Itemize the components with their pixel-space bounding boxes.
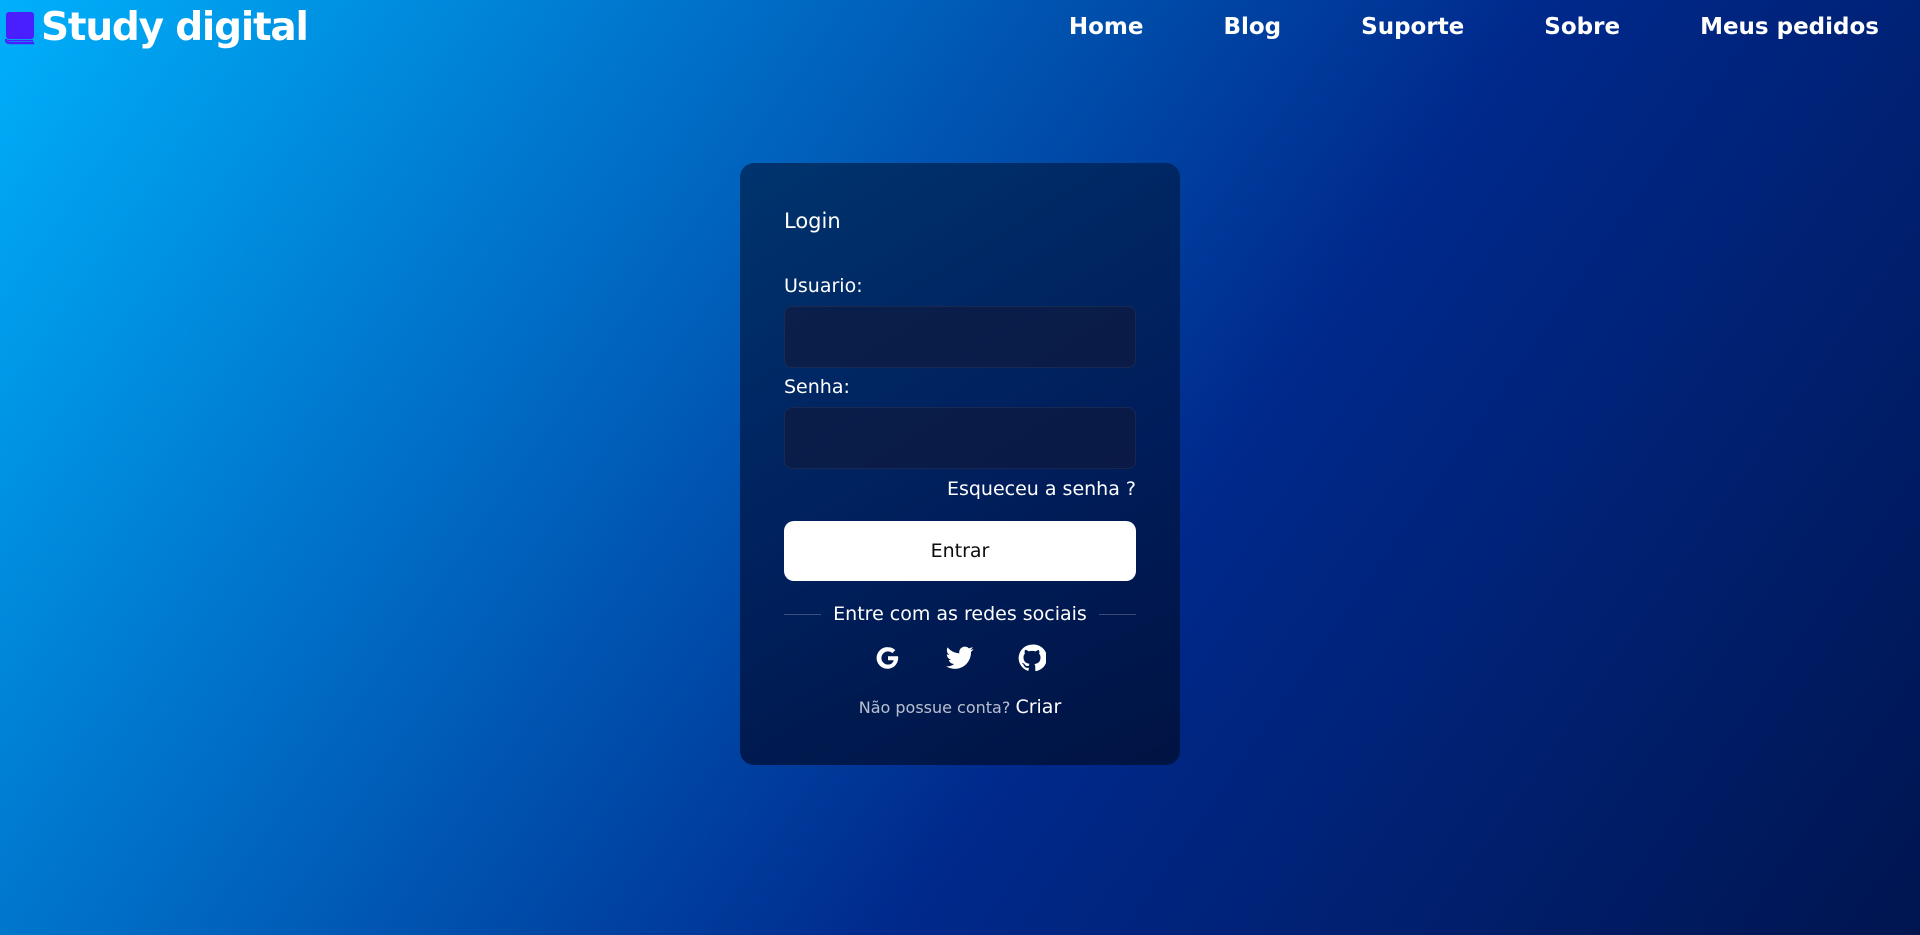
login-card: Login Usuario: Senha: Esqueceu a senha ?…	[740, 163, 1180, 765]
nav-link-sobre[interactable]: Sobre	[1544, 12, 1620, 42]
github-icon[interactable]	[1017, 643, 1047, 673]
book-icon	[4, 11, 35, 45]
password-input[interactable]	[784, 407, 1136, 469]
social-icons	[740, 643, 1180, 673]
divider-line-left	[784, 613, 822, 615]
username-input[interactable]	[784, 306, 1136, 368]
nav-link-home[interactable]: Home	[1069, 12, 1144, 42]
forgot-password-link[interactable]: Esqueceu a senha ?	[947, 478, 1136, 500]
google-icon[interactable]	[873, 643, 903, 673]
social-divider: Entre com as redes sociais	[784, 603, 1137, 625]
no-account-text: Não possue conta?	[858, 698, 1011, 717]
password-label: Senha:	[784, 376, 850, 398]
divider-line-right	[1098, 613, 1137, 615]
main-nav: Home Blog Suporte Sobre Meus pedidos	[1069, 12, 1879, 42]
create-account-link[interactable]: Criar	[1015, 696, 1061, 718]
nav-link-suporte[interactable]: Suporte	[1361, 12, 1464, 42]
social-login-label: Entre com as redes sociais	[833, 603, 1087, 625]
twitter-icon[interactable]	[945, 643, 975, 673]
login-title: Login	[784, 209, 841, 233]
brand-title: Study digital	[41, 5, 309, 50]
nav-link-blog[interactable]: Blog	[1223, 12, 1281, 42]
nav-link-meus-pedidos[interactable]: Meus pedidos	[1700, 12, 1879, 42]
site-header: Study digital Home Blog Suporte Sobre Me…	[0, 0, 1920, 56]
brand-logo[interactable]: Study digital	[4, 5, 309, 50]
login-button[interactable]: Entrar	[784, 521, 1136, 581]
username-label: Usuario:	[784, 275, 863, 297]
signup-prompt: Não possue conta? Criar	[740, 696, 1180, 718]
